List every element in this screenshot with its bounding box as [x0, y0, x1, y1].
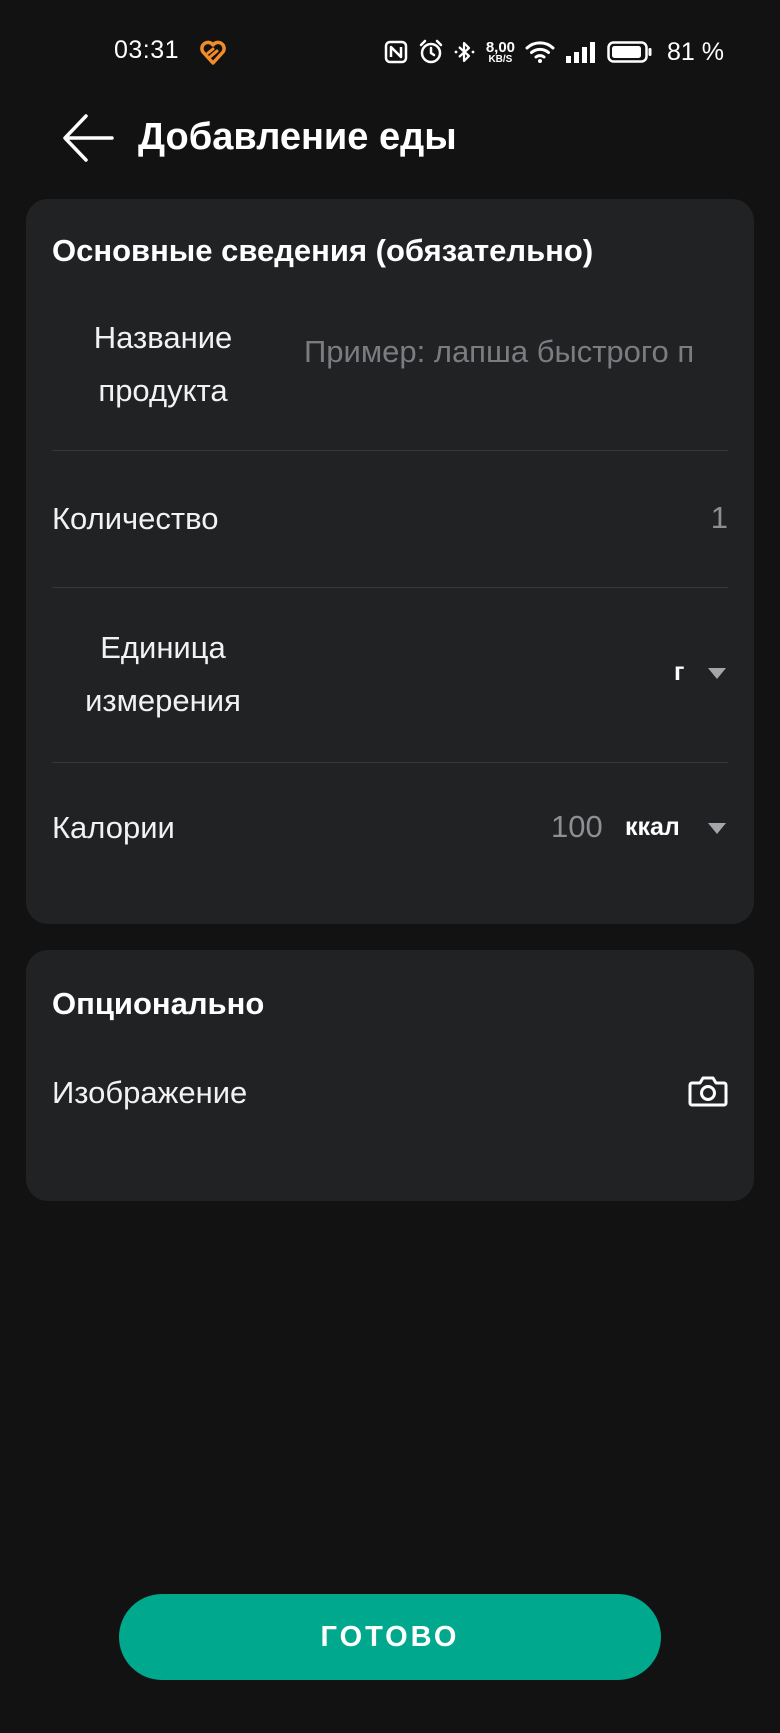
battery-icon — [607, 40, 653, 64]
chevron-down-icon[interactable] — [708, 823, 726, 834]
alarm-icon — [418, 39, 444, 65]
optional-section-title: Опционально — [52, 986, 265, 1021]
optional-card: Опционально Изображение — [26, 950, 754, 1201]
unit-label: Единица измерения — [85, 630, 241, 718]
quantity-value[interactable]: 1 — [711, 500, 728, 536]
calories-label: Калории — [52, 810, 175, 845]
page-title: Добавление еды — [138, 116, 457, 158]
quantity-label: Количество — [52, 501, 219, 536]
quantity-row[interactable]: Количество 1 — [52, 451, 728, 587]
done-button[interactable]: ГОТОВО — [119, 1594, 661, 1680]
status-icons: 8,00 KB/S 81 % — [384, 34, 724, 70]
battery-percent: 81 % — [667, 37, 724, 66]
arrow-left-icon — [60, 112, 116, 169]
network-speed: 8,00 KB/S — [486, 40, 515, 65]
calories-row[interactable]: Калории 100 ккал — [52, 763, 728, 903]
nfc-icon — [384, 40, 408, 64]
basic-section-title: Основные сведения (обязательно) — [52, 233, 594, 268]
net-speed-unit: KB/S — [488, 53, 513, 65]
camera-icon[interactable] — [688, 1074, 728, 1113]
image-label: Изображение — [52, 1075, 248, 1110]
net-speed-value: 8,00 — [485, 38, 516, 56]
back-button[interactable] — [56, 108, 120, 172]
unit-value[interactable]: г — [674, 658, 684, 687]
calories-unit[interactable]: ккал — [625, 813, 680, 842]
product-name-input[interactable] — [302, 329, 732, 375]
calories-value[interactable]: 100 — [551, 809, 603, 845]
product-name-row: Название продукта — [52, 303, 732, 423]
status-bar: 03:31 8,00 KB/S 81 % — [0, 0, 780, 104]
app-bar: Добавление еды — [0, 104, 780, 176]
chevron-down-icon[interactable] — [708, 668, 726, 679]
image-row[interactable]: Изображение — [52, 1054, 728, 1166]
unit-row[interactable]: Единица измерения г — [52, 588, 728, 762]
wifi-icon — [525, 40, 555, 64]
product-name-label: Название продукта — [93, 320, 233, 408]
signal-icon — [565, 40, 597, 64]
status-time: 03:31 — [114, 36, 180, 64]
bluetooth-icon — [454, 39, 476, 65]
basic-info-card: Основные сведения (обязательно) Название… — [26, 199, 754, 924]
heart-icon — [200, 40, 226, 66]
